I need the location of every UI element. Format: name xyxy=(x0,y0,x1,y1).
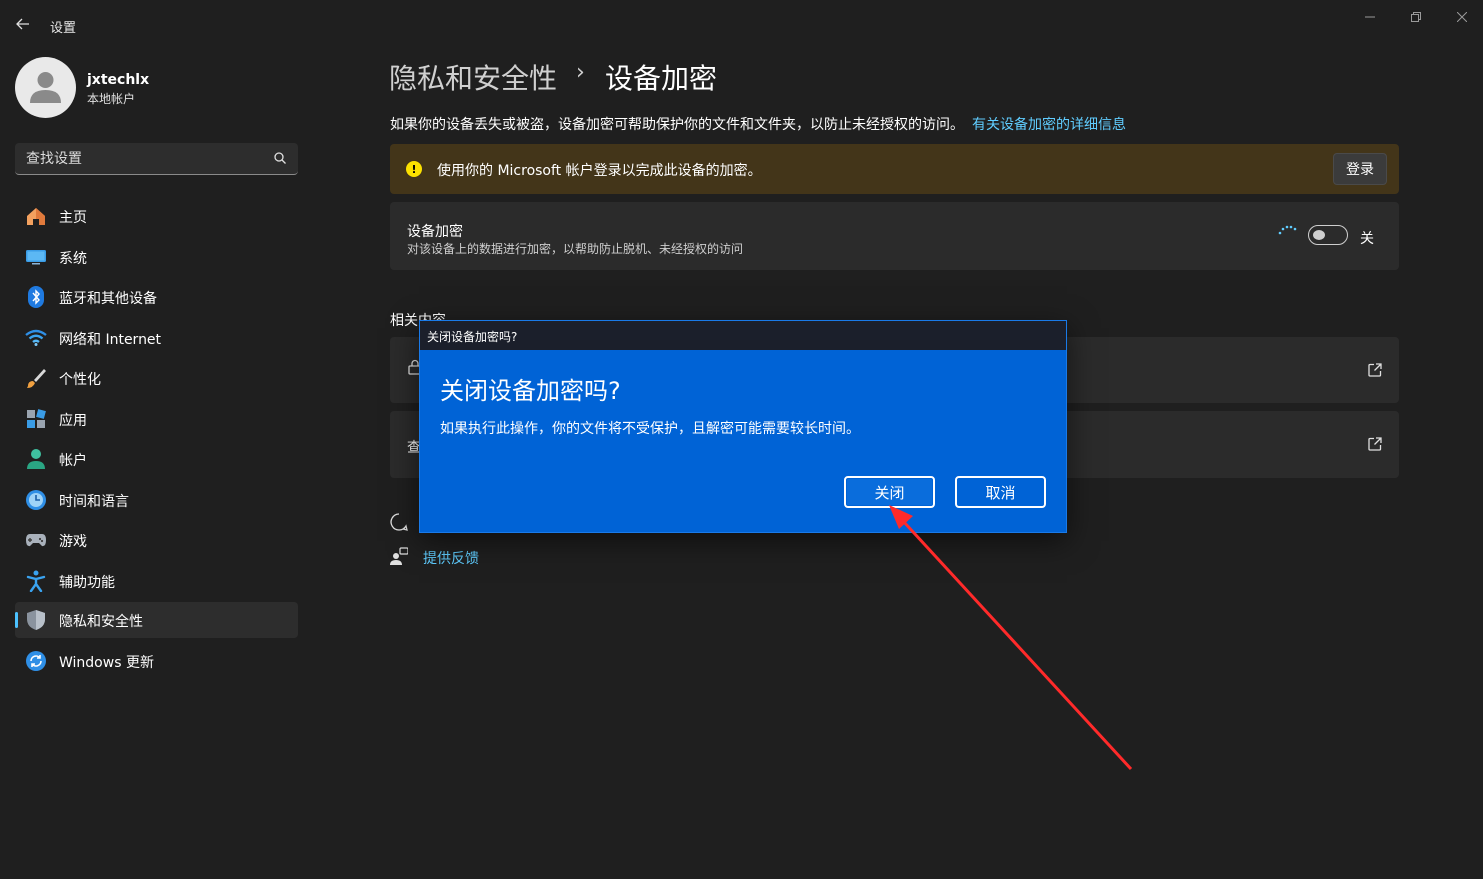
dialog-window-title: 关闭设备加密吗? xyxy=(427,330,518,344)
dialog-heading: 关闭设备加密吗? xyxy=(440,377,621,405)
back-button[interactable] xyxy=(10,12,36,36)
feedback-icon xyxy=(390,547,408,565)
warning-banner: ! 使用你的 Microsoft 帐户登录以完成此设备的加密。 登录 xyxy=(390,144,1399,194)
sidebar-item-label: 个性化 xyxy=(59,372,101,388)
sidebar-item-time-language[interactable]: 时间和语言 xyxy=(15,482,298,518)
card-subtitle: 对该设备上的数据进行加密，以帮助防止脱机、未经授权的访问 xyxy=(407,242,744,256)
sidebar-item-windows-update[interactable]: Windows 更新 xyxy=(15,643,298,679)
device-encryption-card: 设备加密 对该设备上的数据进行加密，以帮助防止脱机、未经授权的访问 关 xyxy=(390,202,1399,270)
cancel-button[interactable]: 取消 xyxy=(955,476,1046,508)
turn-off-encryption-dialog: 关闭设备加密吗? 关闭设备加密吗? 如果执行此操作，你的文件将不受保护，且解密可… xyxy=(419,320,1067,533)
warning-text: 使用你的 Microsoft 帐户登录以完成此设备的加密。 xyxy=(437,163,762,179)
app-title: 设置 xyxy=(50,21,77,36)
minimize-icon xyxy=(1365,16,1375,18)
toggle-state-label: 关 xyxy=(1360,231,1374,247)
system-icon xyxy=(25,246,47,268)
sidebar-item-privacy-security[interactable]: 隐私和安全性 xyxy=(15,602,298,638)
close-window-button[interactable] xyxy=(1439,6,1483,28)
card-title: 设备加密 xyxy=(407,224,463,240)
give-feedback-link[interactable]: 提供反馈 xyxy=(423,548,479,568)
sidebar-item-label: 辅助功能 xyxy=(59,575,115,591)
sidebar-item-network[interactable]: 网络和 Internet xyxy=(15,320,298,356)
sidebar-item-home[interactable]: 主页 xyxy=(15,198,298,234)
brush-icon xyxy=(25,367,47,389)
apps-icon xyxy=(25,408,47,430)
wifi-icon xyxy=(25,327,47,349)
account-icon xyxy=(25,448,47,470)
user-name: jxtechlx xyxy=(87,72,150,88)
warning-icon: ! xyxy=(406,161,422,177)
help-icon[interactable] xyxy=(390,513,408,531)
breadcrumb-parent[interactable]: 隐私和安全性 xyxy=(389,57,557,97)
accessibility-icon xyxy=(25,570,47,592)
restore-button[interactable] xyxy=(1393,6,1439,28)
sidebar-item-label: 时间和语言 xyxy=(59,494,129,510)
account-type: 本地帐户 xyxy=(87,92,136,106)
sidebar-item-apps[interactable]: 应用 xyxy=(15,401,298,437)
sidebar-item-label: 应用 xyxy=(59,413,87,429)
sidebar-item-label: Windows 更新 xyxy=(59,655,154,671)
sidebar-item-label: 隐私和安全性 xyxy=(59,614,143,630)
sidebar-item-personalization[interactable]: 个性化 xyxy=(15,360,298,396)
learn-more-link[interactable]: 有关设备加密的详细信息 xyxy=(972,117,1126,133)
search-input[interactable] xyxy=(15,143,298,174)
back-arrow-icon xyxy=(16,18,29,30)
page-title: 设备加密 xyxy=(605,62,718,95)
shield-icon xyxy=(25,609,47,631)
avatar[interactable] xyxy=(15,57,76,118)
description-text: 如果你的设备丢失或被盗，设备加密可帮助保护你的文件和文件夹，以防止未经授权的访问… xyxy=(390,117,964,133)
sidebar-item-accessibility[interactable]: 辅助功能 xyxy=(15,563,298,599)
loading-spinner-icon xyxy=(1278,225,1297,235)
close-icon xyxy=(1457,12,1467,22)
sign-in-button[interactable]: 登录 xyxy=(1333,153,1387,185)
external-link-icon xyxy=(1368,363,1382,377)
sidebar-item-accounts[interactable]: 帐户 xyxy=(15,441,298,477)
restore-icon xyxy=(1411,12,1421,22)
home-icon xyxy=(25,205,47,227)
time-language-icon xyxy=(25,489,47,511)
search-box[interactable] xyxy=(15,143,298,175)
person-icon xyxy=(30,72,61,103)
dialog-message: 如果执行此操作，你的文件将不受保护，且解密可能需要较长时间。 xyxy=(440,421,860,437)
update-icon xyxy=(25,650,47,672)
turn-off-button[interactable]: 关闭 xyxy=(844,476,935,508)
external-link-icon xyxy=(1368,437,1382,451)
sidebar-item-system[interactable]: 系统 xyxy=(15,239,298,275)
encryption-toggle[interactable] xyxy=(1308,225,1348,245)
active-indicator xyxy=(15,612,18,628)
sidebar-item-label: 游戏 xyxy=(59,534,87,550)
sidebar-item-gaming[interactable]: 游戏 xyxy=(15,522,298,558)
sidebar-item-label: 蓝牙和其他设备 xyxy=(59,291,157,307)
search-icon[interactable] xyxy=(273,151,287,165)
sidebar-item-label: 帐户 xyxy=(59,453,87,469)
dialog-titlebar: 关闭设备加密吗? xyxy=(420,321,1066,350)
sidebar-item-label: 主页 xyxy=(59,210,87,226)
breadcrumb-separator: › xyxy=(576,60,585,85)
minimize-button[interactable] xyxy=(1347,6,1393,28)
gamepad-icon xyxy=(25,529,47,551)
sidebar-item-label: 网络和 Internet xyxy=(59,332,162,348)
sidebar-item-bluetooth[interactable]: 蓝牙和其他设备 xyxy=(15,279,298,315)
page-description: 如果你的设备丢失或被盗，设备加密可帮助保护你的文件和文件夹，以防止未经授权的访问… xyxy=(390,114,1126,134)
bluetooth-icon xyxy=(25,286,47,308)
sidebar-item-label: 系统 xyxy=(59,251,87,267)
